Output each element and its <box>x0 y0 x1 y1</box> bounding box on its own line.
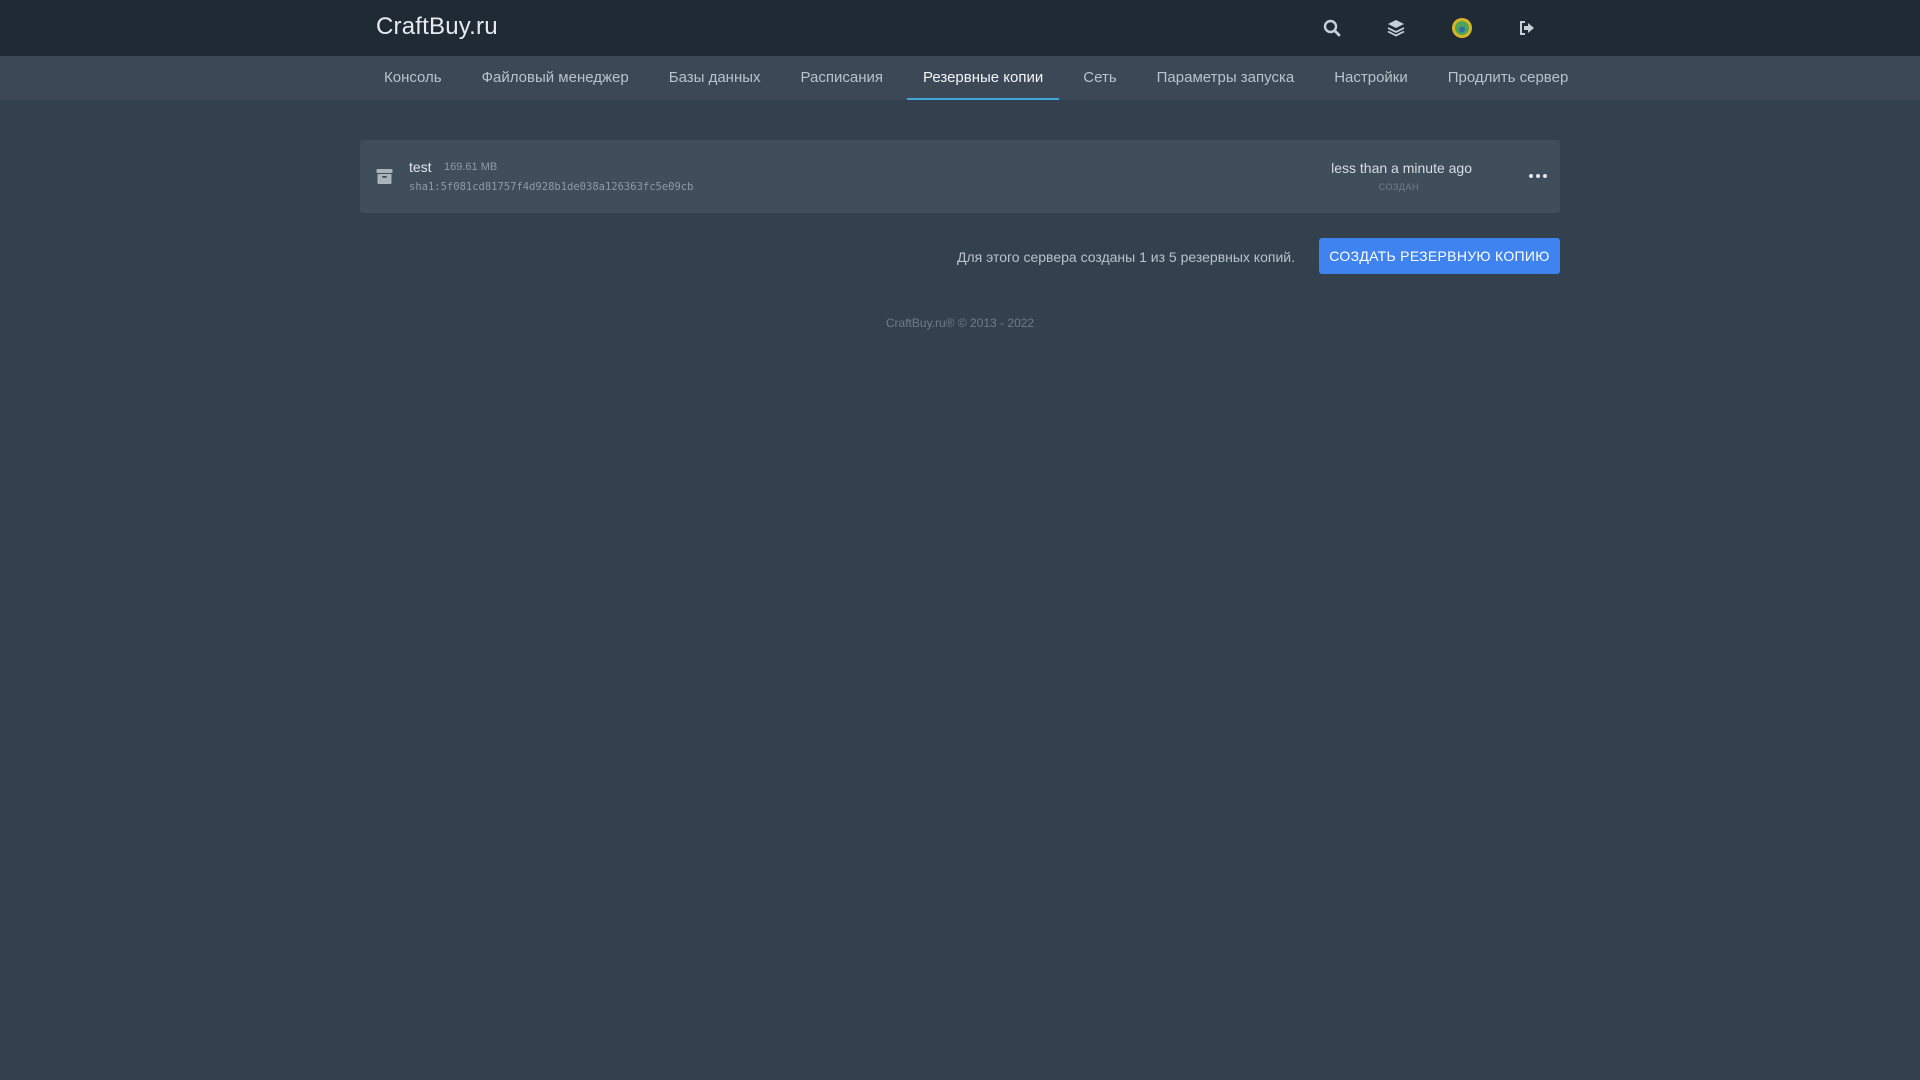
tab-network[interactable]: Сеть <box>1067 56 1132 100</box>
avatar[interactable] <box>1450 16 1474 40</box>
search-icon[interactable] <box>1320 16 1344 40</box>
backup-created-time: less than a minute ago <box>1331 160 1472 176</box>
more-dot-icon <box>1529 174 1533 178</box>
more-options-button[interactable] <box>1524 164 1552 188</box>
tab-schedules[interactable]: Расписания <box>785 56 899 100</box>
backup-checksum: sha1:5f081cd81757f4d928b1de038a126363fc5… <box>409 181 694 193</box>
backup-row[interactable]: test 169.61 MB sha1:5f081cd81757f4d928b1… <box>360 140 1560 213</box>
top-bar: CraftBuy.ru <box>0 0 1920 56</box>
backup-size: 169.61 MB <box>444 161 498 173</box>
tab-console[interactable]: Консоль <box>368 56 458 100</box>
tab-backups[interactable]: Резервные копии <box>907 56 1060 100</box>
backup-name: test <box>409 159 432 175</box>
more-dot-icon <box>1543 174 1547 178</box>
footer-copyright: CraftBuy.ru® © 2013 - 2022 <box>885 316 1035 330</box>
brand-logo[interactable]: CraftBuy.ru <box>376 13 498 41</box>
server-nav: Консоль Файловый менеджер Базы данных Ра… <box>0 56 1920 100</box>
create-backup-button[interactable]: СОЗДАТЬ РЕЗЕРВНУЮ КОПИЮ <box>1319 238 1560 274</box>
nav-tabs: Консоль Файловый менеджер Базы данных Ра… <box>368 56 1592 100</box>
backup-count-text: Для этого сервера созданы 1 из 5 резервн… <box>957 249 1295 265</box>
backup-created-label: СОЗДАН <box>1378 182 1419 192</box>
tab-file-manager[interactable]: Файловый менеджер <box>466 56 645 100</box>
archive-icon <box>376 168 393 185</box>
tab-settings[interactable]: Настройки <box>1318 56 1424 100</box>
tab-renew-server[interactable]: Продлить сервер <box>1432 56 1585 100</box>
logout-icon[interactable] <box>1516 16 1540 40</box>
layers-icon[interactable] <box>1384 16 1408 40</box>
more-dot-icon <box>1536 174 1540 178</box>
tab-startup[interactable]: Параметры запуска <box>1141 56 1311 100</box>
tab-databases[interactable]: Базы данных <box>653 56 777 100</box>
